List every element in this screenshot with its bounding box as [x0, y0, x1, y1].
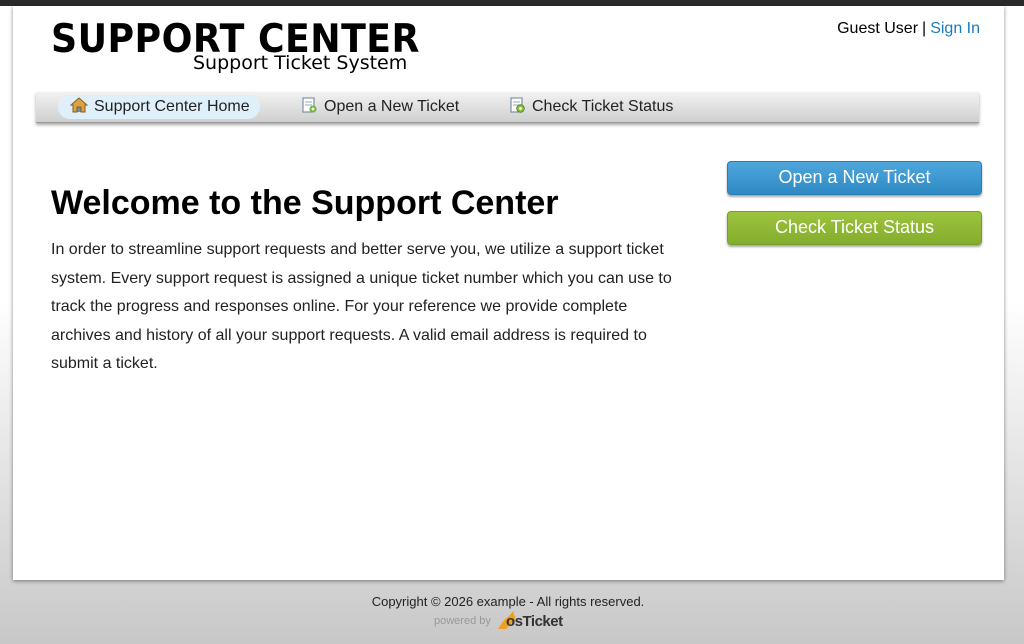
check-ticket-status-button[interactable]: Check Ticket Status [727, 211, 982, 245]
footer-copyright: Copyright © 2026 example - All rights re… [371, 594, 645, 609]
nav-label-open-ticket: Open a New Ticket [324, 98, 460, 115]
new-ticket-icon [300, 97, 318, 113]
open-new-ticket-button[interactable]: Open a New Ticket [727, 161, 982, 195]
main-nav: Support Center Home Open a New Ticket Ch… [36, 92, 979, 123]
guest-user-label: Guest User [837, 20, 919, 37]
separator: | [922, 20, 927, 37]
osticket-brand: osTicket [506, 613, 563, 630]
nav-item-open-ticket[interactable]: Open a New Ticket [288, 95, 469, 119]
nav-item-check-status[interactable]: Check Ticket Status [496, 95, 683, 119]
nav-item-home[interactable]: Support Center Home [58, 95, 260, 119]
nav-label-check-status: Check Ticket Status [532, 98, 674, 115]
page-container: SUPPORT CENTER Support Ticket System Gue… [13, 6, 1004, 580]
ticket-status-icon [508, 97, 526, 113]
home-icon [69, 97, 89, 113]
welcome-heading: Welcome to the Support Center [51, 184, 559, 222]
powered-by-link[interactable]: powered by osTicket [434, 611, 563, 630]
user-area: Guest User | Sign In [837, 20, 980, 38]
intro-paragraph: In order to streamline support requests … [51, 241, 672, 372]
nav-label-home: Support Center Home [94, 98, 250, 115]
sign-in-link[interactable]: Sign In [930, 20, 980, 37]
logo-subtitle[interactable]: Support Ticket System [193, 52, 407, 74]
powered-by-label: powered by [434, 615, 491, 627]
